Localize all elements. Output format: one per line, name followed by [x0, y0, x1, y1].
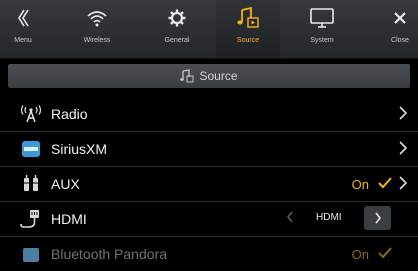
- nav-system-label: System: [310, 37, 334, 44]
- top-nav-bar: Menu Wireless General Source System Clos…: [0, 0, 418, 59]
- list-item-label: HDMI: [51, 211, 87, 227]
- list-item-siriusxm[interactable]: SiriusXM: [0, 132, 418, 166]
- nav-general-button[interactable]: General: [142, 0, 212, 58]
- nav-source-label: Source: [236, 37, 260, 44]
- list-item-label: SiriusXM: [51, 141, 108, 157]
- close-icon: [392, 0, 408, 36]
- checkmark-icon[interactable]: [378, 176, 392, 195]
- chevron-right-icon: [398, 140, 408, 161]
- bluetooth-pandora-icon: [20, 245, 42, 263]
- status-on-text: On: [351, 177, 369, 192]
- chevron-right-icon: [398, 175, 408, 196]
- nav-menu-label: Menu: [14, 37, 32, 44]
- selector-prev-button[interactable]: [279, 208, 301, 230]
- section-header: Source: [8, 64, 410, 88]
- wifi-icon: [86, 0, 108, 36]
- list-item-label: Bluetooth Pandora: [51, 246, 167, 262]
- hdmi-cable-icon: [20, 210, 42, 228]
- antenna-icon: [20, 105, 42, 123]
- nav-system-button[interactable]: System: [287, 0, 357, 58]
- selector-next-button[interactable]: [364, 206, 391, 230]
- nav-menu-button[interactable]: Menu: [0, 0, 46, 58]
- aux-plug-icon: [20, 175, 42, 193]
- music-note-icon: [180, 69, 194, 83]
- hdmi-selector[interactable]: HDMI: [279, 206, 409, 230]
- list-item-label: AUX: [51, 176, 80, 192]
- list-item-aux[interactable]: AUX On: [0, 167, 418, 201]
- chevron-right-icon: [398, 105, 408, 126]
- nav-close-button[interactable]: Close: [382, 0, 418, 58]
- monitor-icon: [309, 0, 335, 36]
- nav-general-label: General: [164, 37, 190, 44]
- back-chevron-icon: [15, 0, 31, 36]
- nav-source-button[interactable]: Source: [216, 0, 280, 58]
- list-item-hdmi[interactable]: HDMI HDMI: [0, 202, 418, 236]
- nav-wireless-label: Wireless: [83, 37, 111, 44]
- checkmark-icon[interactable]: [378, 246, 392, 265]
- nav-wireless-button[interactable]: Wireless: [62, 0, 132, 58]
- nav-close-label: Close: [391, 37, 409, 44]
- music-note-icon: [236, 0, 260, 36]
- section-title: Source: [199, 69, 238, 83]
- list-item-label: Radio: [51, 106, 88, 122]
- selector-value: HDMI: [316, 212, 342, 223]
- gear-icon: [167, 0, 187, 36]
- siriusxm-icon: [20, 140, 42, 158]
- status-on-text: On: [351, 247, 369, 262]
- list-item-radio[interactable]: Radio: [0, 97, 418, 131]
- list-item-bluetooth-pandora[interactable]: Bluetooth Pandora On: [0, 237, 418, 271]
